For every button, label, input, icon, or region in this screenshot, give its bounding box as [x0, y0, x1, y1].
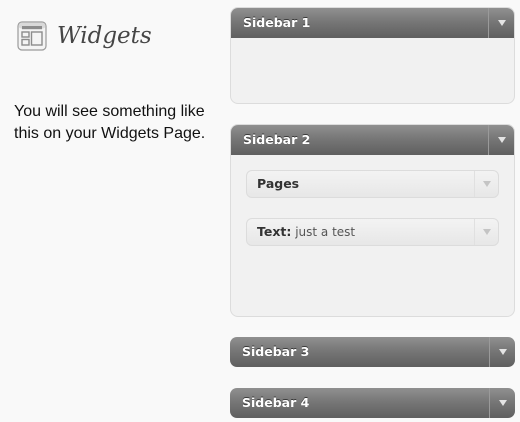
- triangle-down-icon: [497, 20, 506, 26]
- sidebar-4-panel: Sidebar 4: [230, 388, 515, 418]
- triangle-down-icon: [482, 229, 491, 235]
- triangle-down-icon: [497, 137, 506, 143]
- sidebar-4-toggle[interactable]: [489, 388, 515, 418]
- sidebar-2-header[interactable]: Sidebar 2: [231, 125, 514, 155]
- sidebar-3-toggle[interactable]: [489, 337, 515, 367]
- sidebar-3-header[interactable]: Sidebar 3: [230, 337, 515, 367]
- sidebar-1-header[interactable]: Sidebar 1: [231, 8, 514, 38]
- sidebar-3-panel: Sidebar 3: [230, 337, 515, 367]
- page-header: Widgets: [17, 20, 152, 52]
- widget-pages[interactable]: Pages: [246, 170, 499, 198]
- widget-name: Text: [257, 224, 287, 239]
- triangle-down-icon: [498, 400, 507, 406]
- widget-text[interactable]: Text: just a test: [246, 218, 499, 246]
- sidebar-3-title: Sidebar 3: [242, 344, 310, 359]
- widget-text-toggle[interactable]: [474, 219, 498, 245]
- widget-subtitle: just a test: [291, 225, 356, 239]
- widgets-icon: [17, 21, 47, 51]
- sidebar-4-header[interactable]: Sidebar 4: [230, 388, 515, 418]
- sidebar-1-panel: Sidebar 1: [230, 7, 515, 104]
- widget-pages-toggle[interactable]: [474, 171, 498, 197]
- sidebar-1-toggle[interactable]: [488, 8, 514, 38]
- intro-text: You will see something like this on your…: [14, 103, 206, 142]
- sidebar-2-toggle[interactable]: [488, 125, 514, 155]
- widget-title: Text: just a test: [257, 219, 355, 245]
- sidebar-1-title: Sidebar 1: [243, 15, 311, 30]
- sidebar-2-title: Sidebar 2: [243, 132, 311, 147]
- triangle-down-icon: [482, 181, 491, 187]
- sidebar-4-title: Sidebar 4: [242, 395, 310, 410]
- widget-title: Pages: [257, 171, 299, 197]
- sidebar-2-panel: Sidebar 2 Pages Text: just a test: [230, 124, 515, 317]
- page-title: Widgets: [57, 23, 152, 49]
- widget-name: Pages: [257, 176, 300, 191]
- triangle-down-icon: [498, 349, 507, 355]
